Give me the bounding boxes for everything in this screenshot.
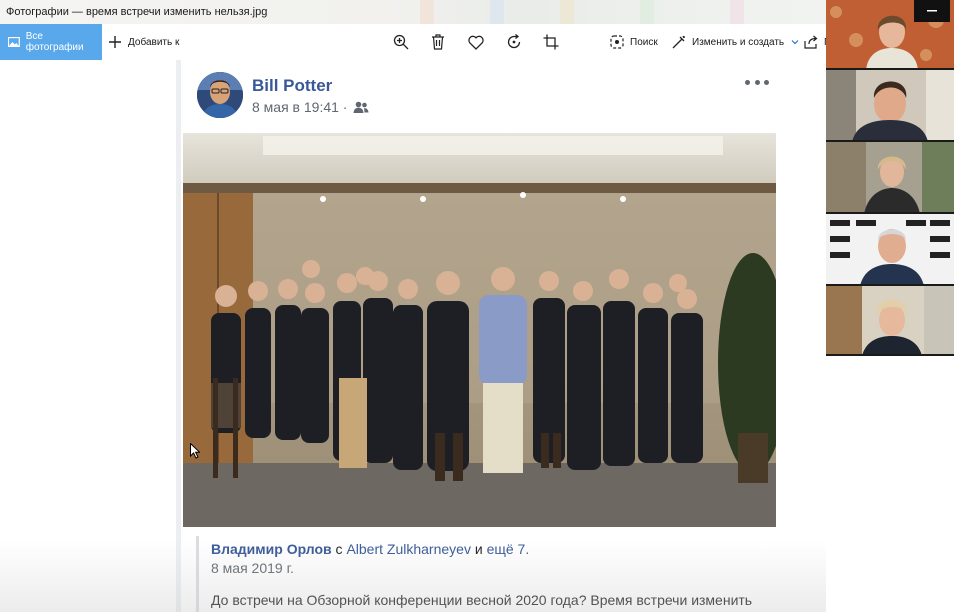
shared-post-text: До встречи на Обзорной конференции весно…: [211, 592, 753, 608]
participant-video-5[interactable]: [826, 286, 954, 356]
all-photos-label: Все фотографии: [25, 31, 84, 53]
tagged-user-link[interactable]: Albert Zulkharneyev: [346, 541, 471, 557]
all-photos-button[interactable]: Все фотографии: [0, 24, 102, 60]
add-to-label: Добавить к: [128, 36, 180, 48]
window-title-bar: Фотографии — время встречи изменить нель…: [0, 0, 954, 24]
window-title: Фотографии — время встречи изменить нель…: [6, 6, 268, 18]
participant-video-1[interactable]: [826, 0, 954, 70]
title-bar-decoration: [730, 0, 744, 24]
photo-icon: [8, 36, 20, 48]
post-date[interactable]: 8 мая в 19:41 ·: [252, 99, 347, 115]
others-link[interactable]: ещё 7.: [487, 541, 530, 557]
with-text: с: [335, 541, 343, 557]
search-label: Поиск: [630, 36, 658, 48]
edit-create-button[interactable]: Изменить и создать: [672, 24, 800, 60]
search-icon: [610, 35, 624, 49]
and-text: и: [474, 541, 483, 557]
plus-icon: [109, 36, 121, 48]
title-bar-decoration: [640, 0, 654, 24]
zoom-in-icon[interactable]: [392, 33, 410, 51]
heart-icon[interactable]: [467, 33, 485, 51]
delete-icon[interactable]: [429, 33, 447, 51]
shared-post-header: Владимир Орлов с Albert Zulkharneyev и е…: [211, 541, 529, 557]
mouse-cursor-icon: [190, 443, 200, 459]
video-participants-panel: [826, 0, 954, 612]
post-photo[interactable]: [183, 133, 776, 527]
share-icon: [804, 35, 818, 49]
post-author-name[interactable]: Bill Potter: [252, 76, 332, 96]
participant-video-3[interactable]: [826, 142, 954, 214]
post-meta: 8 мая в 19:41 ·: [252, 99, 369, 115]
minimize-icon[interactable]: [914, 0, 950, 22]
crop-icon[interactable]: [542, 33, 560, 51]
more-options-button[interactable]: [745, 78, 769, 86]
edit-create-label: Изменить и создать: [692, 36, 785, 48]
title-bar-decoration: [420, 0, 434, 24]
title-bar-decoration: [490, 0, 504, 24]
chevron-down-icon: [791, 40, 799, 45]
shared-author-link[interactable]: Владимир Орлов: [211, 541, 332, 557]
shared-post-date[interactable]: 8 мая 2019 г.: [211, 560, 294, 576]
friends-icon: [353, 101, 369, 113]
rotate-icon[interactable]: [505, 33, 523, 51]
participant-video-2[interactable]: [826, 70, 954, 142]
title-bar-decoration: [560, 0, 574, 24]
add-to-button[interactable]: Добавить к: [108, 24, 179, 60]
search-button[interactable]: Поиск: [610, 24, 658, 60]
avatar[interactable]: [197, 72, 243, 118]
photos-toolbar: Все фотографии Добавить к Поиск Изменить…: [0, 24, 831, 60]
participant-video-4[interactable]: [826, 214, 954, 286]
edit-wand-icon: [672, 35, 685, 49]
